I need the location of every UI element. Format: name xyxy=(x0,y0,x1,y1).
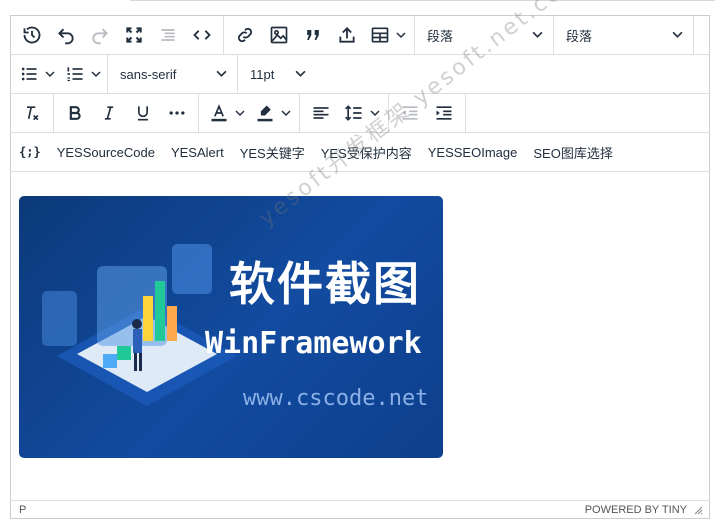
restore-draft-button[interactable] xyxy=(15,20,49,50)
block-format-value-2: 段落 xyxy=(566,28,593,44)
bullet-list-split-button[interactable] xyxy=(13,59,59,89)
clear-format-icon xyxy=(27,106,39,121)
chevron-down-icon xyxy=(45,71,55,78)
image-title: 软件截图 xyxy=(229,257,421,311)
bullet-list-icon xyxy=(21,67,37,81)
editor-content[interactable]: 软件截图 WinFramework www.cscode.net yesoft开… xyxy=(11,0,709,502)
underline-button[interactable] xyxy=(126,98,160,128)
chevron-down-icon xyxy=(532,31,543,38)
align-button[interactable] xyxy=(304,98,338,128)
list-group xyxy=(11,55,108,93)
undo-button[interactable] xyxy=(49,20,83,50)
code-button[interactable] xyxy=(185,20,219,50)
text-color-icon xyxy=(211,104,227,122)
code-icon xyxy=(193,30,211,40)
yes-source-code-button[interactable]: YESSourceCode xyxy=(57,145,155,160)
blockquote-button[interactable] xyxy=(296,20,330,50)
status-bar: P POWERED BY TINY xyxy=(11,500,709,518)
chevron-down-icon xyxy=(396,32,406,39)
upload-button[interactable] xyxy=(330,20,364,50)
toolbar-row-1: 段落 段落 xyxy=(11,16,709,55)
redo-icon xyxy=(92,28,108,45)
seo-gallery-button[interactable]: SEO图库选择 xyxy=(533,143,612,162)
outline-icon xyxy=(161,29,175,41)
chevron-down-icon xyxy=(672,31,683,38)
highlight-color-split-button[interactable] xyxy=(249,98,295,128)
more-button[interactable] xyxy=(160,98,194,128)
bold-button[interactable] xyxy=(58,98,92,128)
undo-icon xyxy=(58,28,74,45)
yes-keywords-button[interactable]: YES关键字 xyxy=(240,143,305,162)
chevron-down-icon xyxy=(295,70,306,77)
numbered-list-icon xyxy=(67,67,83,82)
italic-icon xyxy=(104,106,114,120)
image-button[interactable] xyxy=(262,20,296,50)
list-outline-button[interactable] xyxy=(151,20,185,50)
yes-seo-image-button[interactable]: YESSEOImage xyxy=(428,145,518,160)
powered-by-link[interactable]: POWERED BY TINY xyxy=(585,504,687,516)
more-icon xyxy=(169,111,185,115)
top-rule xyxy=(130,0,715,1)
resize-grip-icon[interactable] xyxy=(693,505,703,515)
redo-button[interactable] xyxy=(83,20,117,50)
image-subtitle: WinFramework xyxy=(205,326,422,361)
italic-button[interactable] xyxy=(92,98,126,128)
image-url: www.cscode.net xyxy=(243,386,429,411)
text-style-group xyxy=(54,94,199,132)
block-format-value-1: 段落 xyxy=(427,28,454,44)
code-snippet-button[interactable]: {;} xyxy=(19,145,41,159)
remove-format-button[interactable] xyxy=(15,98,49,128)
highlighter-icon xyxy=(257,105,273,122)
history-icon xyxy=(23,26,41,44)
bold-icon xyxy=(69,106,81,120)
font-family-select[interactable]: sans-serif xyxy=(108,55,238,93)
fullscreen-button[interactable] xyxy=(117,20,151,50)
block-format-select-2[interactable]: 段落 xyxy=(554,16,694,54)
chevron-down-icon xyxy=(281,110,291,117)
color-group xyxy=(199,94,300,132)
fullscreen-icon xyxy=(126,27,142,43)
underline-icon xyxy=(138,106,148,121)
link-icon xyxy=(237,27,253,43)
content-image[interactable]: 软件截图 WinFramework www.cscode.net xyxy=(19,196,443,458)
upload-icon xyxy=(339,27,355,43)
table-split-button[interactable] xyxy=(364,20,410,50)
font-family-value: sans-serif xyxy=(120,66,177,82)
chevron-down-icon xyxy=(216,70,227,77)
rich-text-editor: 段落 段落 sans-serif 11pt {;} YESSourceCode … xyxy=(10,0,710,519)
chevron-down-icon xyxy=(235,110,245,117)
numbered-list-split-button[interactable] xyxy=(59,59,105,89)
text-color-split-button[interactable] xyxy=(203,98,249,128)
toolbar-row-2: sans-serif 11pt xyxy=(11,55,709,94)
clear-format-group xyxy=(11,94,54,132)
image-icon xyxy=(270,26,288,44)
font-size-value: 11pt xyxy=(250,66,275,82)
font-size-select[interactable]: 11pt xyxy=(238,55,316,93)
table-icon xyxy=(371,27,389,43)
link-button[interactable] xyxy=(228,20,262,50)
insert-group xyxy=(224,16,415,54)
align-left-icon xyxy=(313,107,329,119)
element-path[interactable]: P xyxy=(19,504,26,516)
chevron-down-icon xyxy=(91,71,101,78)
yes-alert-button[interactable]: YESAlert xyxy=(171,145,224,160)
indent-icon xyxy=(436,106,452,120)
history-group xyxy=(11,16,224,54)
quote-icon xyxy=(307,30,319,40)
